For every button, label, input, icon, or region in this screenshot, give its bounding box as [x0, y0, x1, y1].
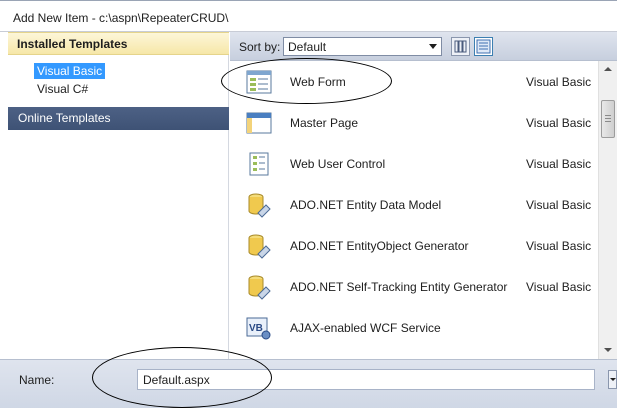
- templates-pane: Sort by: Default Web Form Visual Basic M…: [230, 32, 617, 359]
- template-row[interactable]: ADO.NET Self-Tracking Entity Generator V…: [230, 266, 598, 307]
- web-user-control-icon: [249, 152, 269, 176]
- chevron-down-icon: [429, 44, 437, 49]
- scroll-down-button[interactable]: [599, 342, 617, 359]
- tree-item-visual-csharp[interactable]: Visual C#: [34, 81, 91, 97]
- sort-by-dropdown[interactable]: Default: [283, 37, 442, 56]
- database-icon: [248, 234, 271, 259]
- wcf-service-icon: VB: [246, 317, 271, 340]
- chevron-down-icon: [610, 378, 616, 381]
- template-language: Visual Basic: [526, 75, 592, 89]
- template-language: Visual Basic: [526, 198, 592, 212]
- online-templates-label: Online Templates: [18, 111, 111, 125]
- details-view-icon: [476, 39, 491, 54]
- name-dropdown-button[interactable]: [608, 370, 617, 389]
- tree-item-visual-basic[interactable]: Visual Basic: [34, 63, 106, 79]
- medium-icons-view-button[interactable]: [451, 37, 470, 56]
- medium-icons-view-icon: [454, 40, 467, 53]
- scroll-thumb[interactable]: [601, 100, 615, 138]
- template-language: Visual Basic: [526, 157, 592, 171]
- chevron-up-icon: [604, 67, 612, 71]
- template-categories-pane: Installed Templates Visual Basic Visual …: [8, 32, 229, 359]
- name-input[interactable]: [143, 373, 583, 387]
- name-bar: Name:: [0, 359, 617, 408]
- template-row[interactable]: Web Form Visual Basic: [230, 61, 598, 102]
- template-name: Web User Control: [290, 157, 386, 171]
- template-language: Visual Basic: [526, 280, 592, 294]
- tree-item-label: Visual Basic: [37, 64, 103, 78]
- database-icon: [248, 193, 271, 218]
- web-form-icon: [246, 70, 272, 94]
- database-icon: [248, 275, 271, 300]
- template-name: Web Form: [290, 75, 346, 89]
- window-title: Add New Item - c:\aspn\RepeaterCRUD\: [13, 11, 229, 25]
- template-name: ADO.NET EntityObject Generator: [290, 239, 469, 253]
- template-name: AJAX-enabled WCF Service: [290, 321, 441, 335]
- add-new-item-dialog: Add New Item - c:\aspn\RepeaterCRUD\ Ins…: [0, 0, 617, 408]
- template-row[interactable]: VB AJAX-enabled WCF Service: [230, 307, 598, 348]
- template-name: Master Page: [290, 116, 359, 130]
- title-bar: Add New Item - c:\aspn\RepeaterCRUD\: [0, 1, 617, 32]
- template-row[interactable]: Web User Control Visual Basic: [230, 143, 598, 184]
- template-language: Visual Basic: [526, 239, 592, 253]
- details-view-button[interactable]: [474, 37, 493, 56]
- sort-by-value: Default: [288, 40, 327, 54]
- name-field[interactable]: [137, 369, 595, 390]
- installed-templates-header[interactable]: Installed Templates: [8, 32, 229, 55]
- master-page-icon: [246, 112, 272, 134]
- sort-toolbar: Sort by: Default: [230, 32, 617, 61]
- template-list: Web Form Visual Basic Master Page Visual…: [230, 61, 598, 359]
- template-row[interactable]: Master Page Visual Basic: [230, 102, 598, 143]
- chevron-down-icon: [604, 348, 612, 352]
- template-language: Visual Basic: [526, 116, 592, 130]
- svg-text:VB: VB: [249, 323, 263, 334]
- online-templates-header[interactable]: Online Templates: [8, 107, 229, 130]
- template-name: ADO.NET Entity Data Model: [290, 198, 442, 212]
- template-row[interactable]: ADO.NET EntityObject Generator Visual Ba…: [230, 225, 598, 266]
- scroll-up-button[interactable]: [599, 61, 617, 78]
- name-label: Name:: [19, 373, 55, 387]
- tree-item-label: Visual C#: [37, 82, 89, 96]
- sort-by-label: Sort by:: [239, 40, 281, 54]
- template-list-scrollbar[interactable]: [598, 61, 617, 359]
- template-name: ADO.NET Self-Tracking Entity Generator: [290, 280, 508, 294]
- installed-templates-label: Installed Templates: [17, 37, 128, 51]
- template-row[interactable]: ADO.NET Entity Data Model Visual Basic: [230, 184, 598, 225]
